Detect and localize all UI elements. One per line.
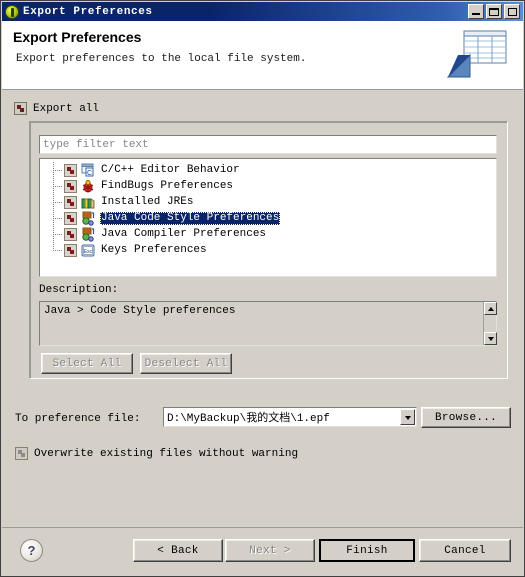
checkbox-icon <box>14 102 27 115</box>
tree-item-label: Installed JREs <box>101 195 194 208</box>
tree-checkbox-icon[interactable] <box>64 227 77 241</box>
tree-item-label: Java Compiler Preferences <box>101 227 267 240</box>
java-compiler-icon <box>82 227 95 242</box>
finish-button[interactable]: Finish <box>319 539 415 562</box>
preferences-selection-group: type filter text C C/C++ Editor Behavior <box>29 121 508 379</box>
dialog-body: Export all type filter text C C/C++ Edit… <box>2 91 523 528</box>
tree-checkbox-icon[interactable] <box>64 195 77 209</box>
tree-item-cpp-editor-behavior[interactable]: C C/C++ Editor Behavior <box>40 162 496 178</box>
filter-placeholder: type filter text <box>43 138 149 151</box>
tree-connector <box>50 210 64 226</box>
back-button[interactable]: < Back <box>133 539 223 562</box>
tree-connector <box>50 178 64 194</box>
tree-item-label: C/C++ Editor Behavior <box>101 163 240 176</box>
installed-jres-icon <box>81 197 95 208</box>
window-title: Export Preferences <box>23 5 153 18</box>
preference-file-combo[interactable]: D:\MyBackup\我的文档\1.epf <box>163 407 417 427</box>
tree-item-keys-preferences[interactable]: Esc Keys Preferences <box>40 242 496 258</box>
preference-file-label: To preference file: <box>15 413 141 425</box>
scroll-down-icon[interactable] <box>484 332 497 345</box>
select-all-button[interactable]: Select All <box>41 353 133 374</box>
tree-item-installed-jres[interactable]: Installed JREs <box>40 194 496 210</box>
window-controls <box>468 4 521 19</box>
scroll-up-icon[interactable] <box>484 302 497 315</box>
description-box: Java > Code Style preferences <box>39 301 497 346</box>
export-all-label: Export all <box>33 102 100 115</box>
tree-connector <box>50 226 64 242</box>
filter-input[interactable]: type filter text <box>39 135 497 154</box>
deselect-all-button[interactable]: Deselect All <box>140 353 232 374</box>
svg-text:C: C <box>87 170 92 177</box>
description-scrollbar[interactable] <box>483 302 497 345</box>
overwrite-label: Overwrite existing files without warning <box>34 447 299 460</box>
tree-checkbox-icon[interactable] <box>64 243 77 257</box>
tree-checkbox-icon[interactable] <box>64 179 77 193</box>
overwrite-checkbox[interactable]: Overwrite existing files without warning <box>15 447 298 460</box>
restore-icon[interactable] <box>504 4 520 19</box>
tree-connector <box>50 162 64 178</box>
tree-item-label: FindBugs Preferences <box>101 179 234 192</box>
preference-file-value[interactable]: D:\MyBackup\我的文档\1.epf <box>164 409 400 425</box>
chevron-down-icon[interactable] <box>400 409 415 425</box>
cancel-button[interactable]: Cancel <box>419 539 511 562</box>
wizard-header: Export Preferences Export preferences to… <box>2 21 523 90</box>
tree-checkbox-icon[interactable] <box>64 163 77 177</box>
findbugs-bug-icon <box>82 179 94 192</box>
browse-button[interactable]: Browse... <box>421 407 511 428</box>
help-icon[interactable]: ? <box>20 539 43 562</box>
export-preferences-dialog: Export Preferences Export Preferences Ex… <box>0 0 525 577</box>
export-table-icon <box>446 30 507 78</box>
dialog-footer: ? < Back Next > Finish Cancel <box>2 528 523 575</box>
export-all-checkbox[interactable]: Export all <box>14 102 99 115</box>
keys-esc-icon: Esc <box>81 244 95 256</box>
page-title: Export Preferences <box>13 29 142 45</box>
java-code-style-icon <box>82 211 95 226</box>
maximize-icon[interactable] <box>486 4 502 19</box>
minimize-icon[interactable] <box>468 4 484 19</box>
description-text: Java > Code Style preferences <box>44 305 236 317</box>
next-button[interactable]: Next > <box>225 539 315 562</box>
tree-connector <box>50 242 64 258</box>
eclipse-export-icon <box>5 4 19 19</box>
cpp-editor-icon: C <box>81 163 94 177</box>
tree-item-label: Java Code Style Preferences <box>100 211 281 225</box>
checkbox-icon <box>15 447 28 460</box>
preferences-tree[interactable]: C C/C++ Editor Behavior FindBugs Prefere… <box>39 158 497 277</box>
tree-checkbox-icon[interactable] <box>64 211 77 225</box>
tree-connector <box>50 194 64 210</box>
tree-item-java-compiler-preferences[interactable]: Java Compiler Preferences <box>40 226 496 242</box>
title-bar: Export Preferences <box>2 2 523 21</box>
page-subtitle: Export preferences to the local file sys… <box>16 53 307 65</box>
description-label: Description: <box>39 284 119 296</box>
tree-item-java-code-style-preferences[interactable]: Java Code Style Preferences <box>40 210 496 226</box>
tree-item-label: Keys Preferences <box>101 243 207 256</box>
svg-text:Esc: Esc <box>84 249 93 255</box>
tree-item-findbugs-preferences[interactable]: FindBugs Preferences <box>40 178 496 194</box>
